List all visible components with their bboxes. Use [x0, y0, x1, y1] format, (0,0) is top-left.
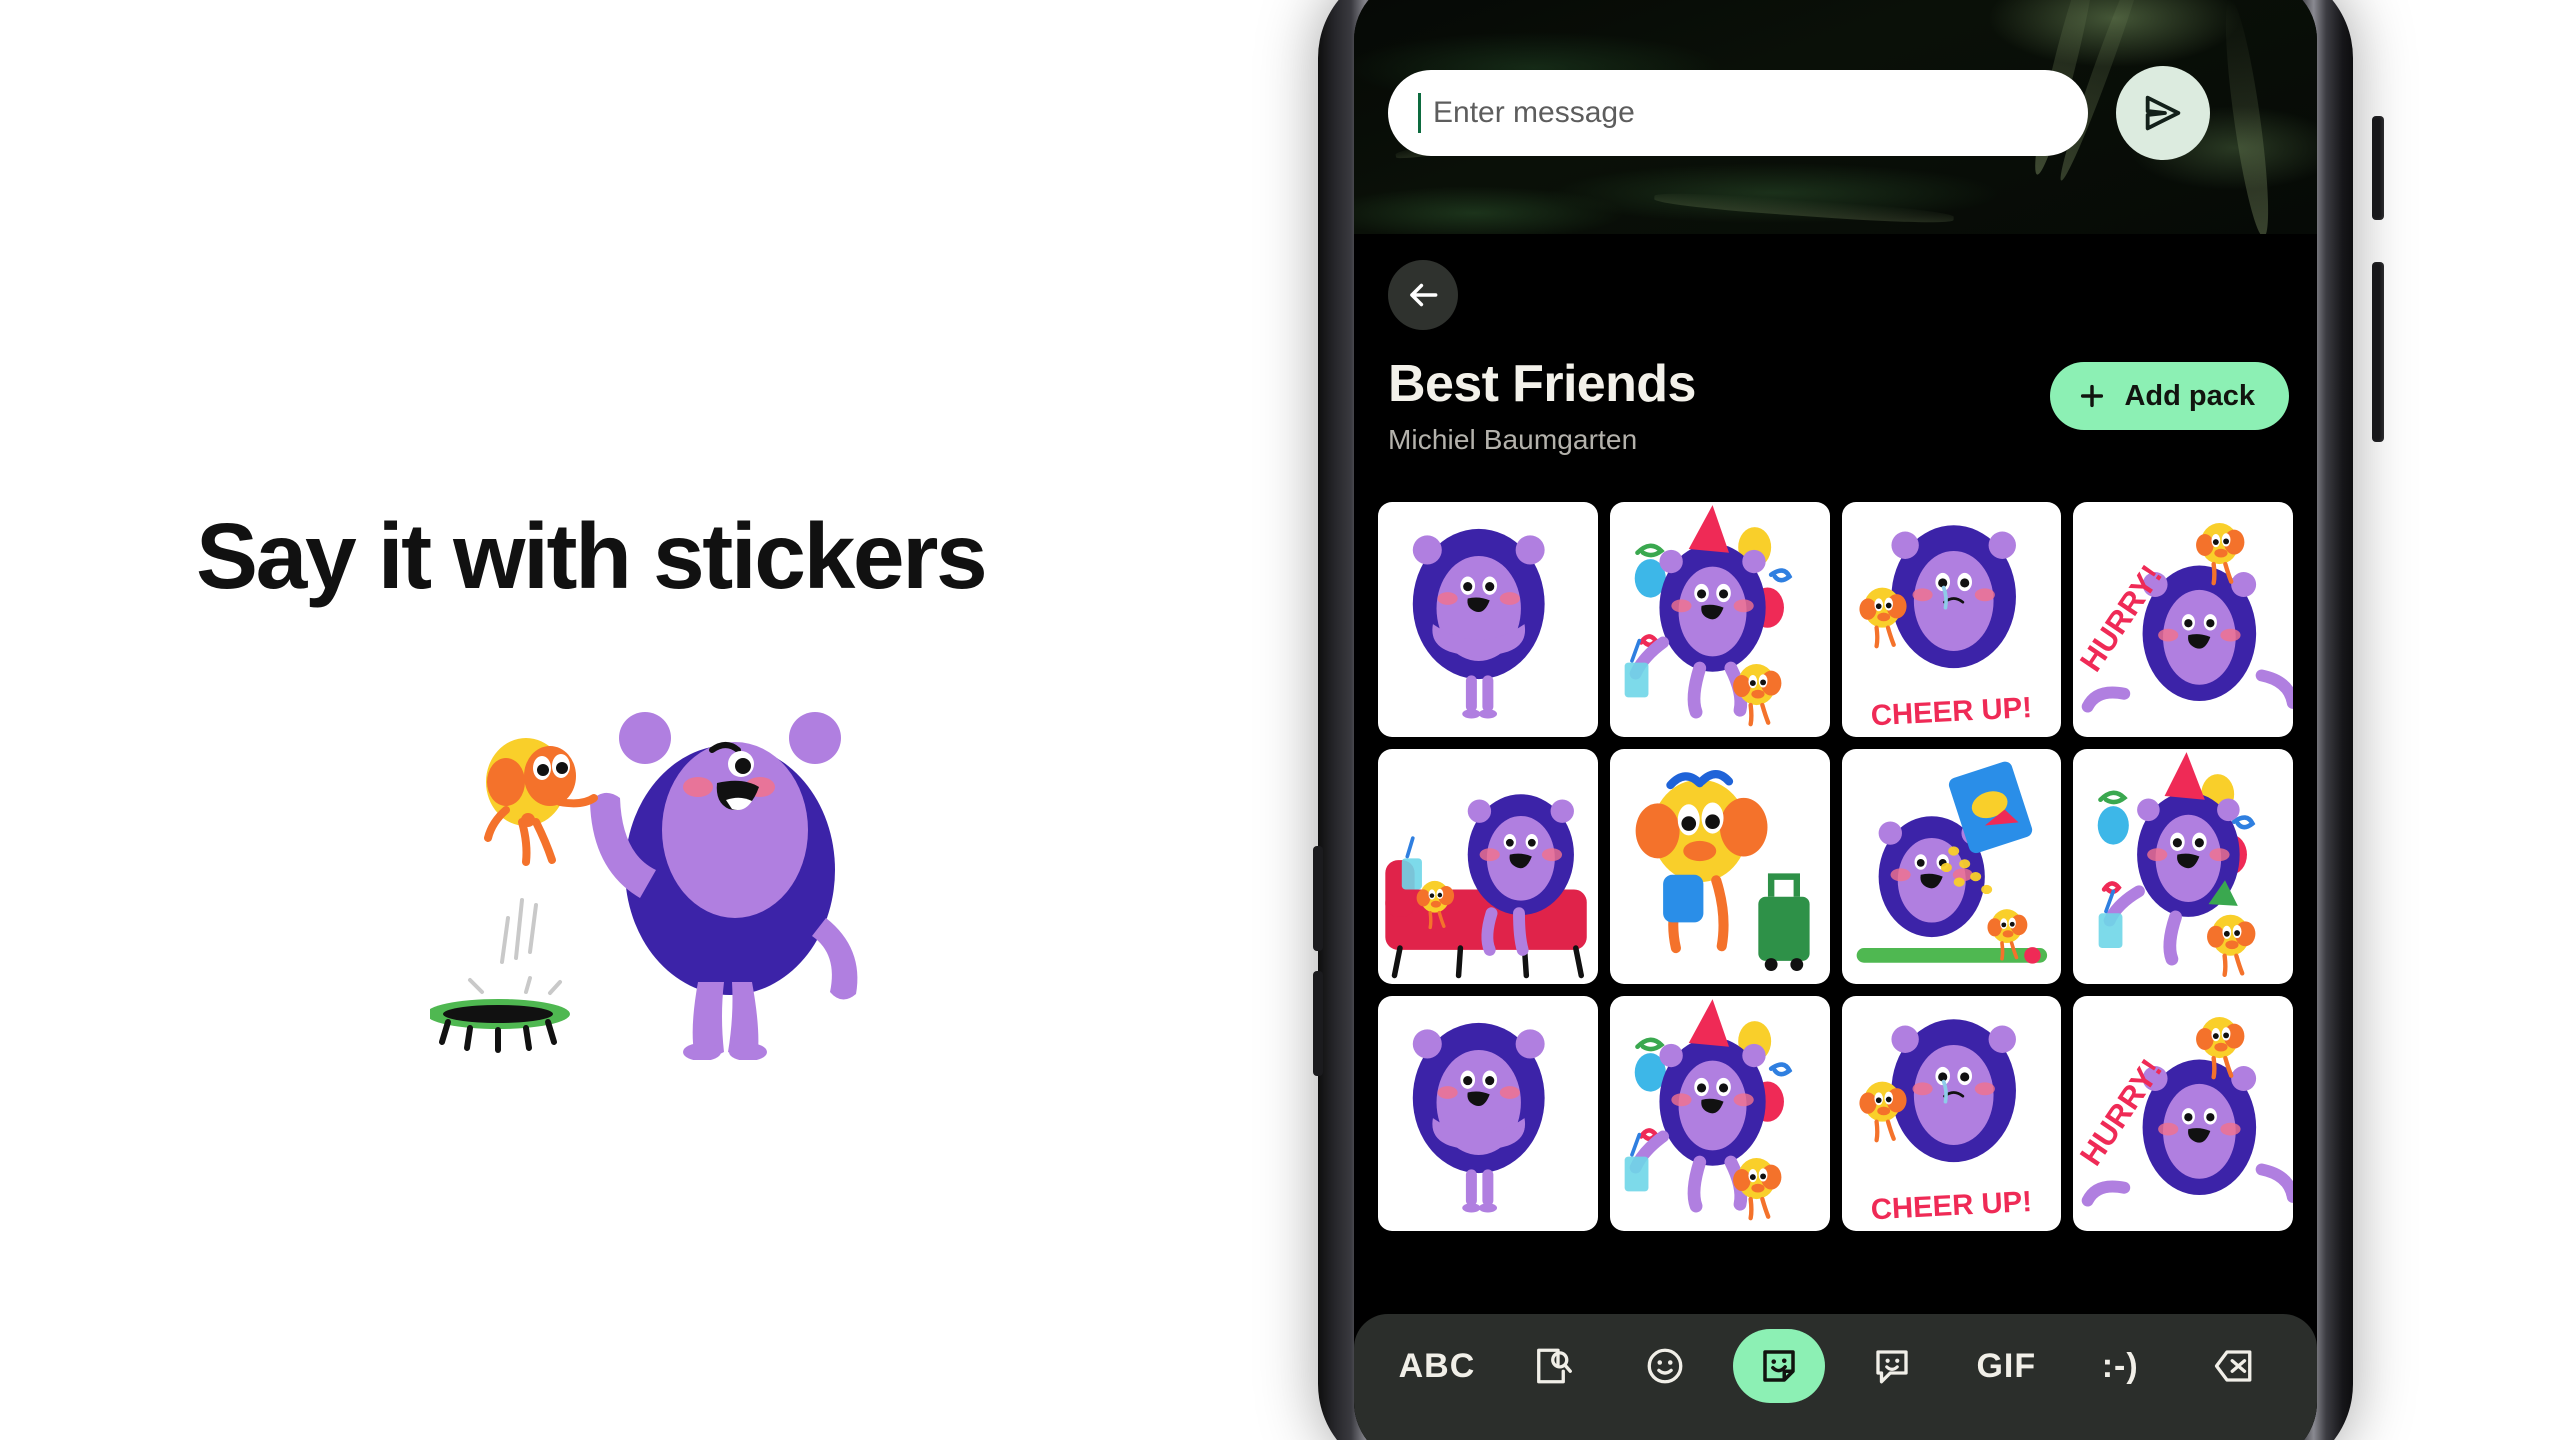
sticker-tile[interactable] — [1378, 749, 1598, 985]
abc-key-label: ABC — [1398, 1346, 1476, 1385]
emoticon-key[interactable]: :-) — [2074, 1329, 2166, 1403]
volume-button[interactable] — [2372, 262, 2384, 442]
sticker-tile[interactable]: CHEER UP! — [1841, 996, 2062, 1232]
party-monster-2-icon — [2097, 752, 2256, 978]
sticker-grid: CHEER UP! HURRY! CHEER UP! HURRY! — [1378, 502, 2293, 1232]
hurry-monster-icon: HURRY! — [2073, 1017, 2293, 1207]
hurry-monster-icon: HURRY! — [2073, 523, 2293, 713]
keyboard-row: ABC GIF :-) — [1354, 1314, 2317, 1418]
sticker-tile[interactable] — [1609, 749, 1830, 985]
left-button-upper[interactable] — [1313, 846, 1323, 951]
send-icon — [2145, 95, 2181, 131]
sticker-tile[interactable] — [1841, 749, 2062, 985]
text-caret — [1418, 93, 1421, 133]
image-search-icon[interactable] — [1505, 1329, 1597, 1403]
gif-key-label: GIF — [1976, 1346, 2037, 1385]
message-input-placeholder: Enter message — [1433, 96, 1635, 129]
sticker-tile[interactable] — [2073, 749, 2293, 985]
promo-panel: Say it with stickers — [0, 0, 1320, 1440]
page-title: Say it with stickers — [196, 504, 988, 608]
plus-icon — [2081, 384, 2104, 408]
chat-wallpaper: Enter message — [1354, 0, 2317, 234]
send-button[interactable] — [2116, 66, 2210, 160]
sticker-tile[interactable] — [1609, 996, 1830, 1232]
phone-mockup: Enter message Best Friends Michiel Baumg… — [1313, 0, 2384, 1440]
power-button[interactable] — [2372, 116, 2384, 220]
emoticon-key-label: :-) — [2101, 1346, 2139, 1385]
sticker-tile[interactable] — [1378, 502, 1598, 738]
cheer-up-monster-icon: CHEER UP! — [1858, 1019, 2033, 1227]
cheer-up-monster-icon: CHEER UP! — [1858, 525, 2033, 732]
add-pack-label: Add pack — [2124, 379, 2255, 412]
back-button[interactable] — [1388, 260, 1458, 330]
sticker-icon — [1762, 1350, 1795, 1382]
monster-high-five-trampoline-icon — [426, 712, 858, 1061]
message-input[interactable]: Enter message — [1388, 70, 2088, 156]
add-pack-button[interactable]: Add pack — [2050, 362, 2289, 430]
shy-monster-icon — [1412, 1023, 1545, 1213]
compose-row: Enter message — [1354, 66, 2317, 170]
gif-key[interactable]: GIF — [1960, 1329, 2052, 1403]
sticker-tile[interactable] — [1609, 502, 1830, 738]
keyboard-bar: ABC GIF :-) — [1354, 1314, 2317, 1440]
sticker-sheet: Best Friends Michiel Baumgarten Add pack — [1354, 234, 2317, 1440]
sticker-icon[interactable] — [1732, 1329, 1825, 1403]
screenshot-root: Say it with stickers Enter message Best … — [0, 0, 2560, 1440]
sticker-tile[interactable]: HURRY! — [2073, 502, 2293, 738]
sofa-monster-icon — [1385, 794, 1587, 979]
svg-text:CHEER UP!: CHEER UP! — [1870, 691, 2033, 732]
emoji-icon[interactable] — [1619, 1329, 1711, 1403]
travel-monster-icon — [1635, 770, 1810, 972]
left-button-lower[interactable] — [1313, 971, 1323, 1076]
image-search-icon — [1536, 1348, 1572, 1384]
party-monster-icon — [1624, 999, 1793, 1221]
shy-monster-icon — [1412, 528, 1545, 719]
backspace-icon — [2214, 1350, 2252, 1382]
snack-monster-icon — [1856, 761, 2047, 964]
backspace-icon[interactable] — [2188, 1329, 2280, 1403]
avatar-sticker-icon[interactable] — [1846, 1329, 1938, 1403]
abc-key[interactable]: ABC — [1391, 1329, 1483, 1403]
sticker-tile[interactable] — [1378, 996, 1598, 1232]
avatar-sticker-icon — [1876, 1350, 1909, 1384]
sticker-tile[interactable]: HURRY! — [2073, 996, 2293, 1232]
party-monster-icon — [1624, 505, 1793, 727]
hero-illustration — [426, 690, 900, 1061]
phone-screen: Enter message Best Friends Michiel Baumg… — [1354, 0, 2317, 1440]
svg-text:CHEER UP!: CHEER UP! — [1870, 1185, 2033, 1226]
emoji-icon — [1647, 1348, 1683, 1384]
sticker-tile[interactable]: CHEER UP! — [1841, 502, 2062, 738]
arrow-left-icon — [1410, 283, 1438, 307]
